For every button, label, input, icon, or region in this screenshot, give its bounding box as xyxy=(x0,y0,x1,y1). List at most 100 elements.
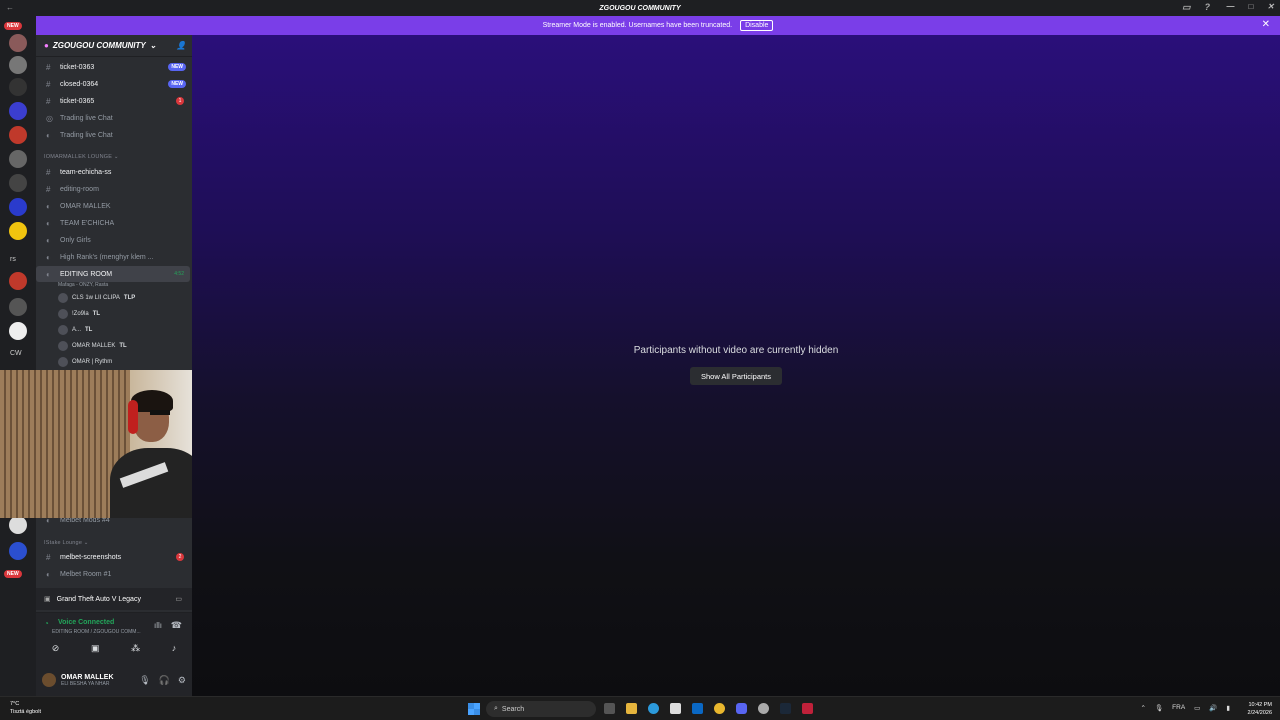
avatar[interactable] xyxy=(42,673,56,687)
minimize-button[interactable]: — xyxy=(1226,2,1234,11)
volume-icon[interactable]: 🔊 xyxy=(1209,704,1217,712)
back-arrow-icon[interactable]: ← xyxy=(6,3,14,12)
channel-editing-room-voice[interactable]: ◐ EDITING ROOM 4:52 xyxy=(36,266,190,282)
search-icon: ⌕ xyxy=(494,705,498,712)
server-icon[interactable] xyxy=(9,150,27,168)
screen-share-icon[interactable]: ▭ xyxy=(175,595,182,603)
channel-omar-mallek[interactable]: ◐ OMAR MALLEK xyxy=(36,198,190,214)
server-icon[interactable] xyxy=(9,542,27,560)
clock[interactable]: 10:42 PM 2/24/2026 xyxy=(1248,701,1272,717)
game-activity[interactable]: ▣ Grand Theft Auto V Legacy ▭ xyxy=(36,588,192,610)
server-icon[interactable] xyxy=(9,78,27,96)
inbox-icon[interactable]: ▭ xyxy=(1182,2,1191,13)
activities-icon[interactable]: ⁂ xyxy=(131,643,140,654)
mic-tray-icon[interactable]: 🎙 xyxy=(1155,704,1163,712)
voice-user[interactable]: OMAR MALLEK TL xyxy=(58,341,127,351)
file-explorer-icon[interactable] xyxy=(626,703,637,714)
network-icon[interactable]: ▭ xyxy=(1194,704,1200,712)
user-tag: TL xyxy=(119,343,127,349)
obs-icon[interactable] xyxy=(758,703,769,714)
channel-name: closed-0364 xyxy=(60,80,99,88)
headphones-icon[interactable]: 🎧 xyxy=(159,675,170,686)
server-icon[interactable] xyxy=(9,102,27,120)
channel-team-echicha[interactable]: ◐ TEAM E'CHICHA xyxy=(36,215,190,231)
channel-only-girls[interactable]: ◐ Only Girls xyxy=(36,232,190,248)
voice-user[interactable]: A... TL xyxy=(58,325,92,335)
server-icon[interactable] xyxy=(9,126,27,144)
mail-icon[interactable] xyxy=(692,703,703,714)
app-icon[interactable] xyxy=(802,703,813,714)
server-icon[interactable] xyxy=(9,198,27,216)
help-icon[interactable]: ? xyxy=(1205,2,1211,13)
temperature: 7°C xyxy=(10,701,20,707)
voice-user[interactable]: CLS 1w LII CLIPA TLP xyxy=(58,293,135,303)
gear-icon[interactable]: ⚙ xyxy=(178,675,186,686)
date: 2/24/2026 xyxy=(1247,710,1272,716)
user-name: CLS 1w LII CLIPA xyxy=(72,295,120,301)
server-icon[interactable] xyxy=(9,174,27,192)
battery-icon[interactable]: ▮ xyxy=(1226,704,1230,712)
server-icon[interactable] xyxy=(9,56,27,74)
server-icon[interactable] xyxy=(9,34,27,52)
chevron-down-icon: ⌄ xyxy=(149,41,157,50)
mention-count: 2 xyxy=(176,553,184,561)
channel-editing-room[interactable]: # editing-room xyxy=(36,181,190,197)
discord-icon[interactable] xyxy=(736,703,747,714)
voice-user[interactable]: OMAR | Rythm xyxy=(58,357,112,367)
server-header[interactable]: ● ZGOUGOU COMMUNITY ⌄ 👤 xyxy=(36,35,192,57)
channel-ticket-0365[interactable]: # ticket-0365 1 xyxy=(36,93,190,109)
voice-user[interactable]: !Zo9la TL xyxy=(58,309,100,319)
store-icon[interactable] xyxy=(670,703,681,714)
user-status: ELI BESHA YA NHAR xyxy=(61,680,110,687)
search-box[interactable]: ⌕ Search xyxy=(486,701,596,717)
category-header[interactable]: IOMARMALLEK LOUNGE ⌄ xyxy=(44,154,119,160)
voice-stage: Participants without video are currently… xyxy=(192,35,1280,696)
microphone-icon[interactable]: 🎙 xyxy=(139,675,150,686)
voice-status[interactable]: Voice Connected xyxy=(58,619,114,626)
channel-trading-live[interactable]: ◐ Trading live Chat xyxy=(36,127,190,143)
server-label-cw[interactable]: CW xyxy=(10,350,22,357)
edge-icon[interactable] xyxy=(648,703,659,714)
channel-closed-0364[interactable]: # closed-0364 NEW xyxy=(36,76,190,92)
new-badge: NEW xyxy=(168,80,186,88)
noise-suppression-icon[interactable]: ıllı xyxy=(154,621,162,630)
close-banner-icon[interactable]: ✕ xyxy=(1262,19,1270,30)
chrome-icon[interactable] xyxy=(714,703,725,714)
weather-widget[interactable]: 7°C Tisztá égbolt xyxy=(10,700,41,716)
camera-off-icon[interactable]: ⊘ xyxy=(52,643,60,654)
channel-melbet-room-1[interactable]: ◐ Melbet Room #1 xyxy=(36,566,190,582)
language-indicator[interactable]: FRA xyxy=(1172,704,1185,712)
server-label-rs[interactable]: rs xyxy=(10,256,16,263)
disable-button[interactable]: Disable xyxy=(740,20,774,31)
soundboard-icon[interactable]: ♪ xyxy=(172,643,177,654)
new-badge: NEW xyxy=(4,22,22,30)
add-member-icon[interactable]: 👤 xyxy=(176,41,186,50)
show-all-participants-button[interactable]: Show All Participants xyxy=(690,367,782,385)
windows-start-icon[interactable] xyxy=(468,703,480,715)
chevron-up-icon[interactable]: ⌃ xyxy=(1140,704,1145,712)
hash-icon: # xyxy=(46,79,51,89)
time: 10:42 PM xyxy=(1248,702,1272,708)
share-screen-icon[interactable]: ▣ xyxy=(91,643,100,654)
channel-ticket-0363[interactable]: # ticket-0363 NEW xyxy=(36,59,190,75)
steam-icon[interactable] xyxy=(780,703,791,714)
server-icon[interactable] xyxy=(9,298,27,316)
channel-name: TEAM E'CHICHA xyxy=(60,219,115,227)
disconnect-icon[interactable]: ☎ xyxy=(171,620,182,631)
server-icon[interactable] xyxy=(9,272,27,290)
channel-melbet-screenshots[interactable]: # melbet-screenshots 2 xyxy=(36,549,190,565)
server-icon[interactable] xyxy=(9,222,27,240)
avatar xyxy=(58,325,68,335)
server-icon[interactable] xyxy=(9,322,27,340)
maximize-button[interactable]: □ xyxy=(1248,2,1253,11)
channel-high-ranks[interactable]: ◐ High Rank's (menghyr klem ... xyxy=(36,249,190,265)
task-view-icon[interactable] xyxy=(604,703,615,714)
taskbar: 7°C Tisztá égbolt ⌕ Search ⌃ 🎙 FRA ▭ 🔊 ▮ … xyxy=(0,696,1280,720)
voice-channel-path[interactable]: EDITING ROOM / ZGOUGOU COMM... xyxy=(52,629,141,635)
channel-trading-live[interactable]: ◎ Trading live Chat xyxy=(36,110,190,126)
category-header[interactable]: IStake Lounge ⌄ xyxy=(44,540,89,546)
server-icon[interactable] xyxy=(9,516,27,534)
close-button[interactable]: ✕ xyxy=(1267,2,1274,11)
channel-team-echicha-ss[interactable]: # team-echicha-ss xyxy=(36,164,190,180)
channel-name: ticket-0363 xyxy=(60,63,95,71)
